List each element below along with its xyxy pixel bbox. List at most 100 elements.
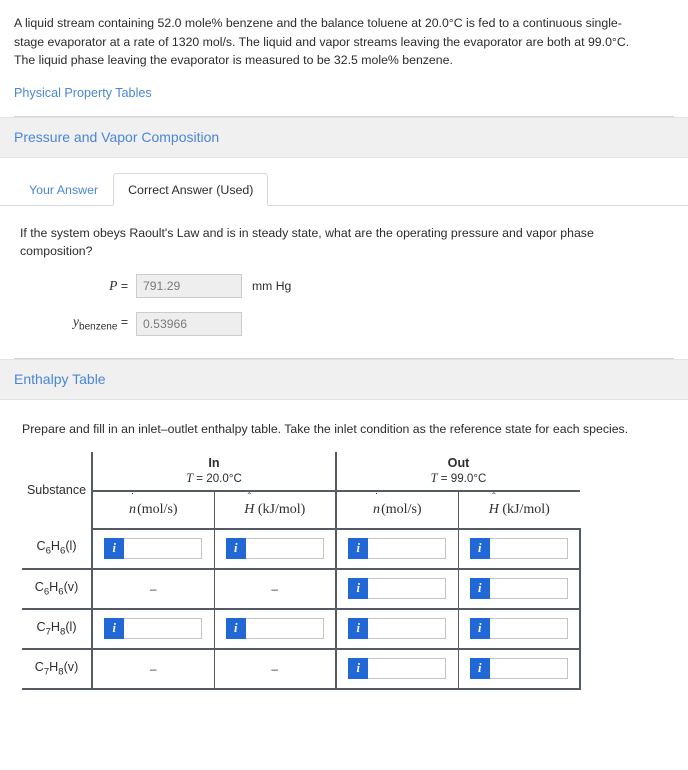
col-header-out-hhat: Hˆ (kJ/mol)	[457, 490, 581, 530]
table-cell: i	[335, 648, 459, 690]
answer-input[interactable]	[368, 658, 447, 679]
answer-input[interactable]	[368, 618, 447, 639]
info-icon[interactable]: i	[225, 618, 246, 639]
info-icon[interactable]: i	[348, 538, 369, 559]
answer-entry-group: i	[337, 538, 458, 559]
answer-entry-box: i	[469, 618, 568, 639]
info-icon[interactable]: i	[469, 658, 490, 679]
species-formula: C6H6(v)	[34, 579, 79, 598]
table-cell: i	[91, 608, 214, 650]
table-cell: i	[213, 608, 337, 650]
info-icon[interactable]: i	[348, 578, 369, 599]
col-header-in-hhat: Hˆ (kJ/mol)	[213, 490, 337, 530]
table-header-group-out: Out T = 99.0°C	[335, 451, 581, 492]
table-cell: i	[457, 648, 582, 690]
pressure-question-body: If the system obeys Raoult's Law and is …	[0, 206, 688, 336]
pressure-input[interactable]	[136, 273, 242, 298]
ndot-symbol-out: n ˙	[372, 490, 380, 517]
physical-property-tables-link[interactable]: Physical Property Tables	[14, 86, 152, 100]
answer-entry-box: i	[225, 618, 324, 639]
info-icon[interactable]: i	[104, 618, 125, 639]
pressure-unit-label: mm Hg	[252, 278, 292, 293]
problem-statement-text: A liquid stream containing 52.0 mole% be…	[14, 16, 630, 67]
group-out-title: Out	[447, 455, 470, 470]
table-row-substance-cell: C7H8(l)	[22, 608, 93, 650]
ybenzene-subscript: benzene	[79, 321, 118, 333]
info-icon[interactable]: i	[104, 538, 125, 559]
answer-entry-group: i	[459, 618, 580, 639]
hhat-symbol-in: Hˆ	[244, 490, 255, 517]
table-cell: –	[213, 648, 337, 690]
section-header-pressure-vapor-composition: Pressure and Vapor Composition	[0, 116, 688, 158]
table-header-column-row: n ˙ (mol/s) Hˆ (kJ/mol) n ˙ (mol/s) Hˆ (kJ…	[22, 490, 581, 530]
info-icon[interactable]: i	[469, 618, 490, 639]
info-icon[interactable]: i	[225, 538, 246, 559]
property-tables-link-wrap: Physical Property Tables	[0, 70, 688, 100]
not-applicable-dash: –	[271, 581, 279, 596]
answer-entry-group: i	[337, 618, 458, 639]
answer-entry-group: i	[93, 618, 214, 639]
table-header-substance-cell: Substance	[22, 452, 92, 529]
answer-input[interactable]	[124, 538, 203, 559]
info-icon[interactable]: i	[469, 578, 490, 599]
table-cell: i	[91, 528, 214, 570]
table-cell: i	[457, 608, 582, 650]
answer-entry-box: i	[348, 538, 447, 559]
answer-entry-box: i	[469, 538, 568, 559]
table-cell: –	[91, 568, 214, 610]
answer-input[interactable]	[489, 578, 568, 599]
answer-input[interactable]	[245, 618, 324, 639]
tab-correct-answer-used[interactable]: Correct Answer (Used)	[113, 172, 269, 206]
group-in-temperature: T = 20.0°C	[186, 470, 242, 485]
answer-entry-box: i	[104, 618, 203, 639]
answer-input[interactable]	[245, 538, 324, 559]
table-row: C6H6(l) i i i i	[22, 528, 582, 570]
table-row-substance-cell: C7H8(v)	[22, 648, 93, 690]
answer-entry-group: i	[459, 538, 580, 559]
answer-input[interactable]	[489, 618, 568, 639]
field-row-ybenzene: ybenzene =	[20, 311, 628, 336]
table-cell: i	[457, 528, 582, 570]
answer-entry-group: i	[459, 578, 580, 599]
group-in-title: In	[208, 455, 220, 470]
table-row-substance-cell: C6H6(l)	[22, 528, 93, 570]
tabs-pressure-section: Your Answer Correct Answer (Used)	[0, 158, 688, 206]
answer-entry-box: i	[348, 618, 447, 639]
enthalpy-table: Substance In T = 20.0°C Out T = 99.0°C n…	[22, 451, 582, 690]
answer-input[interactable]	[489, 538, 568, 559]
info-icon[interactable]: i	[348, 618, 369, 639]
hhat-symbol-out: Hˆ	[488, 490, 499, 517]
answer-entry-group: i	[337, 578, 458, 599]
answer-entry-group: i	[215, 618, 336, 639]
ybenzene-input[interactable]	[136, 311, 242, 336]
answer-entry-group: i	[337, 658, 458, 679]
pressure-equals: =	[120, 278, 128, 293]
table-cell: –	[213, 568, 337, 610]
answer-entry-box: i	[469, 578, 568, 599]
answer-entry-box: i	[469, 658, 568, 679]
answer-input[interactable]	[368, 578, 447, 599]
col-header-out-ndot: n ˙ (mol/s)	[335, 490, 459, 530]
species-formula: C6H6(l)	[36, 539, 77, 557]
not-applicable-dash: –	[271, 661, 279, 676]
table-header-group-row: Substance In T = 20.0°C Out T = 99.0°C	[22, 451, 581, 497]
info-icon[interactable]: i	[469, 538, 490, 559]
table-cell: i	[335, 528, 459, 570]
species-formula: C7H8(l)	[36, 619, 77, 638]
ybenzene-field-label: ybenzene =	[60, 314, 136, 332]
section-header-enthalpy-table: Enthalpy Table	[0, 358, 688, 400]
table-row: C7H8(l) i i i i	[22, 608, 582, 650]
answer-entry-group: i	[215, 538, 336, 559]
table-header-group-in: In T = 20.0°C	[90, 451, 337, 492]
answer-input[interactable]	[489, 658, 568, 679]
tab-your-answer[interactable]: Your Answer	[14, 173, 113, 206]
answer-entry-box: i	[348, 658, 447, 679]
enthalpy-table-wrap: Substance In T = 20.0°C Out T = 99.0°C n…	[0, 436, 688, 690]
table-cell: i	[335, 608, 459, 650]
answer-input[interactable]	[124, 618, 203, 639]
table-row: C7H8(v) – – i i	[22, 648, 582, 690]
info-icon[interactable]: i	[348, 658, 369, 679]
answer-input[interactable]	[368, 538, 447, 559]
answer-entry-group: i	[93, 538, 214, 559]
answer-entry-group: i	[459, 658, 580, 679]
